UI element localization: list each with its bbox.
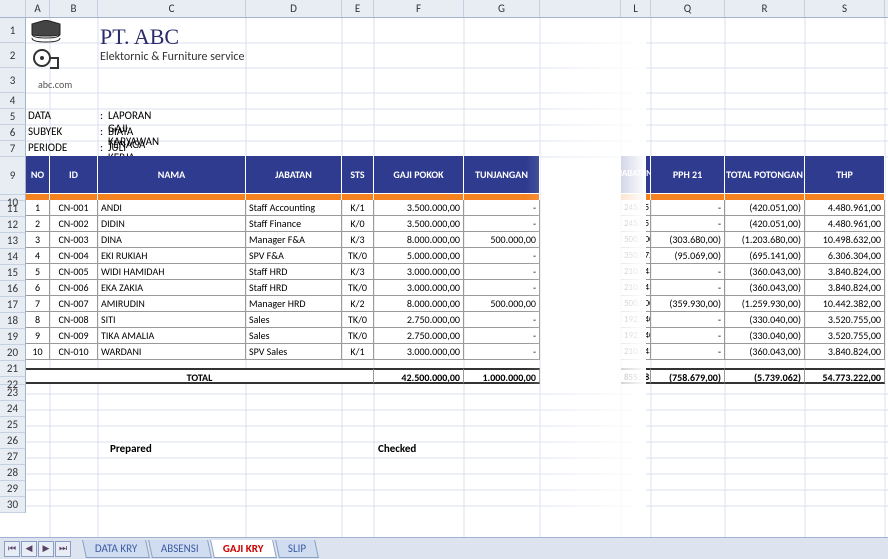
- col-F[interactable]: F: [374, 0, 464, 17]
- col-Q[interactable]: Q: [651, 0, 725, 17]
- table-row[interactable]: 8CN-008SITISalesTK/02.750.000,00-: [26, 312, 540, 328]
- tab-nav-next[interactable]: ▶: [38, 541, 54, 557]
- tab-gaji-kry[interactable]: GAJI KRY: [210, 540, 276, 558]
- table-row[interactable]: 1CN-001ANDIStaff AccountingK/13.500.000,…: [26, 200, 540, 216]
- table-body-right: 245.051,00)-(420.051,00)4.480.961,00245.…: [621, 200, 885, 384]
- table-row[interactable]: 7CN-007AMIRUDINManager HRDK/28.000.000,0…: [26, 296, 540, 312]
- table-row[interactable]: 210.043,00)-(360.043,00)3.840.824,00: [621, 344, 885, 360]
- total-row: 855.383,00)(758.679,00)(5.739.062)54.773…: [621, 368, 885, 384]
- tab-nav-first[interactable]: ⏮: [4, 541, 20, 557]
- col-G[interactable]: G: [464, 0, 540, 17]
- table-row[interactable]: 350.072,00)(95.069,00)(695.141,00)6.306.…: [621, 248, 885, 264]
- table-row[interactable]: 3CN-003DINAManager F&AK/38.000.000,00500…: [26, 232, 540, 248]
- table-row[interactable]: 245.051,00)-(420.051,00)4.480.961,00: [621, 216, 885, 232]
- table-row[interactable]: 6CN-006EKA ZAKIAStaff HRDTK/03.000.000,0…: [26, 280, 540, 296]
- company-subtitle: Elektornic & Furniture service: [100, 50, 244, 64]
- tab-slip[interactable]: SLIP: [275, 540, 319, 558]
- row-headers: 1 2 3 4 5 6 7 9 10 11 12 13 14 15 16 17 …: [0, 18, 26, 513]
- table-row[interactable]: 500.000,00)(359.930,00)(1.259.930,00)10.…: [621, 296, 885, 312]
- col-C[interactable]: C: [98, 0, 246, 17]
- tab-nav-prev[interactable]: ◀: [21, 541, 37, 557]
- col-E[interactable]: E: [342, 0, 374, 17]
- table-body-left: 1CN-001ANDIStaff AccountingK/13.500.000,…: [26, 200, 540, 384]
- company-domain: abc.com: [38, 78, 72, 91]
- table-header-right: JABATAN PPH 21 TOTAL POTONGAN THP: [621, 156, 885, 194]
- table-row[interactable]: 192.540,00)-(330.040,00)3.520.755,00: [621, 312, 885, 328]
- table-header-left: NO ID NAMA JABATAN STS GAJI POKOK TUNJAN…: [26, 156, 540, 194]
- table-row[interactable]: 192.540,00)-(330.040,00)3.520.755,00: [621, 328, 885, 344]
- table-row[interactable]: 4CN-004EKI RUKIAHSPV F&ATK/05.000.000,00…: [26, 248, 540, 264]
- table-row[interactable]: 10CN-010WARDANISPV SalesK/13.000.000,00-: [26, 344, 540, 360]
- column-headers: A B C D E F G L Q R S: [0, 0, 888, 18]
- col-L[interactable]: L: [621, 0, 651, 17]
- company-logo: [28, 20, 64, 75]
- tab-data-kry[interactable]: DATA KRY: [82, 540, 150, 558]
- table-row[interactable]: 9CN-009TIKA AMALIASalesTK/02.750.000,00-: [26, 328, 540, 344]
- col-R[interactable]: R: [725, 0, 805, 17]
- table-row[interactable]: 210.043,00)-(360.043,00)3.840.824,00: [621, 264, 885, 280]
- col-B[interactable]: B: [50, 0, 98, 17]
- sig-checked: Checked: [378, 442, 416, 455]
- table-row[interactable]: 2CN-002DIDINStaff FinanceK/03.500.000,00…: [26, 216, 540, 232]
- tab-nav-last[interactable]: ⏭: [55, 541, 71, 557]
- sheet-tabs: ⏮ ◀ ▶ ⏭ DATA KRY ABSENSI GAJI KRY SLIP: [0, 537, 888, 559]
- tab-absensi[interactable]: ABSENSI: [148, 540, 212, 558]
- col-A[interactable]: A: [26, 0, 50, 17]
- table-row[interactable]: 245.051,00)-(420.051,00)4.480.961,00: [621, 200, 885, 216]
- total-row: TOTAL42.500.000,001.000.000,00: [26, 368, 540, 384]
- company-name: PT. ABC: [100, 24, 179, 50]
- col-D[interactable]: D: [246, 0, 342, 17]
- table-row[interactable]: 5CN-005WIDI HAMIDAHStaff HRDK/33.000.000…: [26, 264, 540, 280]
- col-S[interactable]: S: [805, 0, 885, 17]
- table-row[interactable]: 210.043,00)-(360.043,00)3.840.824,00: [621, 280, 885, 296]
- table-row[interactable]: 500.000,00)(303.680,00)(1.203.680,00)10.…: [621, 232, 885, 248]
- sig-prepared: Prepared: [110, 442, 152, 455]
